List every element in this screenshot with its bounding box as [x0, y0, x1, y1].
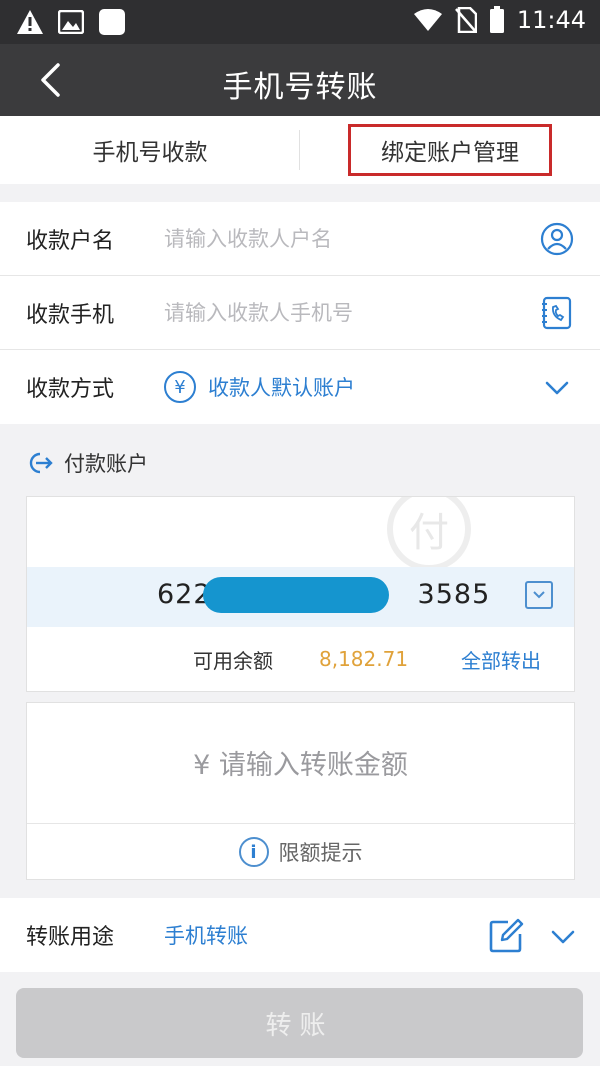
status-bar: 11:44 [0, 0, 600, 44]
tab-bar: 手机号收款 绑定账户管理 [0, 116, 600, 184]
purpose-row[interactable]: 转账用途 手机转账 [0, 898, 600, 972]
payee-name-label: 收款户名 [26, 228, 115, 254]
limit-tip-label: 限额提示 [278, 841, 363, 865]
account-redaction-mask [203, 577, 389, 613]
chevron-down-icon[interactable] [548, 922, 578, 952]
balance-row: 可用余额 8,182.71 全部转出 [27, 637, 574, 681]
chevron-down-icon [533, 591, 545, 599]
purpose-label: 转账用途 [26, 925, 115, 950]
payment-method-value[interactable]: ¥ 收款人默认账户 [164, 371, 355, 403]
payment-method-text: 收款人默认账户 [208, 376, 355, 400]
payee-phone-row: 收款手机 [0, 276, 600, 350]
tab-phone-receive[interactable]: 手机号收款 [0, 116, 300, 184]
page-title: 手机号转账 [222, 70, 378, 105]
payee-phone-input[interactable] [164, 300, 600, 325]
account-dropdown-button[interactable] [525, 581, 553, 609]
pay-account-header-label: 付款账户 [64, 452, 148, 476]
chevron-down-icon[interactable] [540, 370, 574, 404]
balance-label: 可用余额 [193, 648, 273, 673]
status-bar-right: 11:44 [413, 6, 586, 34]
payment-method-label: 收款方式 [26, 377, 115, 402]
nav-bar: 手机号转账 [0, 44, 600, 116]
status-bar-left [16, 8, 126, 36]
transfer-submit-button[interactable]: 转账 [16, 988, 583, 1058]
edit-icon[interactable] [488, 918, 524, 954]
info-icon: i [238, 837, 269, 867]
balance-value: 8,182.71 [319, 647, 409, 671]
battery-icon [489, 6, 504, 33]
image-icon [58, 10, 84, 34]
tab-bound-account-manage-label: 绑定账户管理 [348, 124, 552, 176]
payee-form: 收款户名 收款手机 收款方式 ¥ 收款人默认账户 [0, 202, 600, 424]
warning-icon [17, 10, 43, 34]
purpose-value: 手机转账 [164, 924, 248, 948]
wifi-icon [413, 9, 442, 31]
status-time: 11:44 [516, 6, 586, 34]
limit-tip-button[interactable]: i 限额提示 [27, 837, 574, 867]
payee-name-row: 收款户名 [0, 202, 600, 276]
app-square-icon [99, 9, 125, 35]
pay-watermark-icon: 付 [387, 497, 471, 571]
contacts-book-icon[interactable] [540, 296, 574, 330]
pay-account-card: 付 622 3585 可用余额 8,182.71 全部转出 [26, 496, 575, 692]
payment-method-row[interactable]: 收款方式 ¥ 收款人默认账户 [0, 350, 600, 424]
yen-circle-icon: ¥ [164, 371, 196, 403]
pay-account-header: 付款账户 [26, 448, 148, 478]
person-circle-icon[interactable] [540, 222, 574, 256]
no-sim-icon [454, 7, 477, 33]
transfer-all-link[interactable]: 全部转出 [461, 645, 541, 674]
account-selector[interactable]: 622 3585 [27, 567, 574, 627]
amount-input[interactable]: ¥ 请输入转账金额 [27, 743, 574, 782]
amount-divider [27, 823, 576, 824]
payee-name-input[interactable] [164, 226, 600, 251]
tab-bound-account-manage[interactable]: 绑定账户管理 [300, 116, 600, 184]
account-number-suffix: 3585 [417, 579, 491, 610]
payee-phone-label: 收款手机 [26, 302, 115, 328]
tab-phone-receive-label: 手机号收款 [92, 140, 208, 166]
amount-box: ¥ 请输入转账金额 i 限额提示 [26, 702, 576, 880]
pay-out-icon [29, 452, 53, 474]
